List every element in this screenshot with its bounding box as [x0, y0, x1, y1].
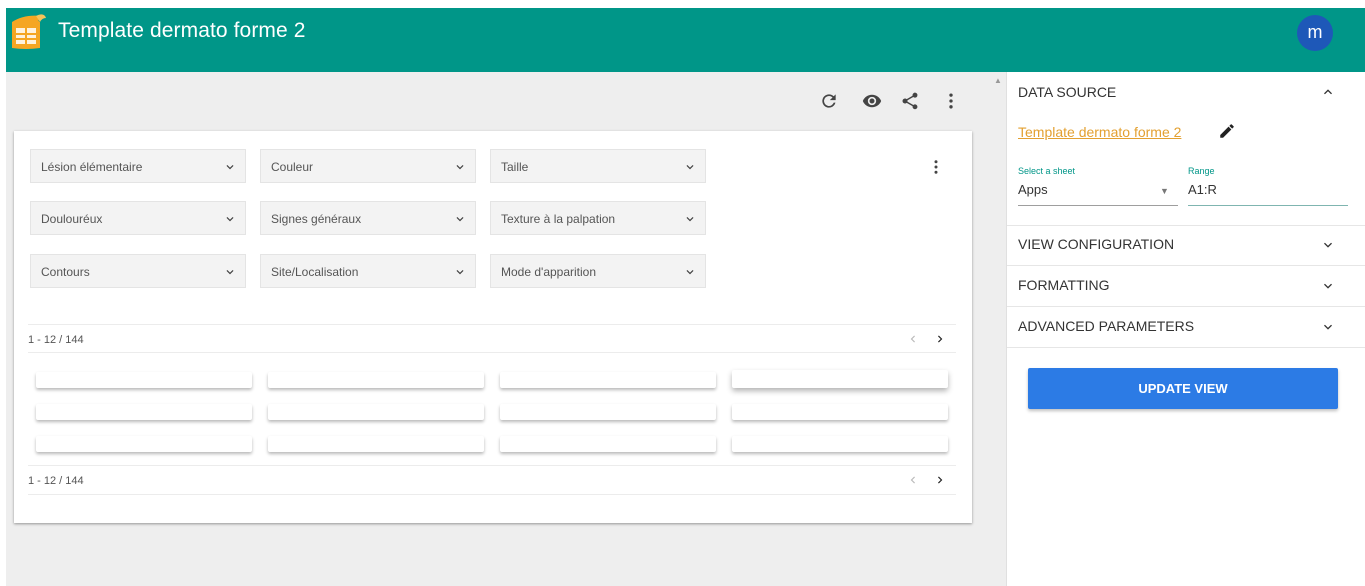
record-tile[interactable] — [268, 404, 484, 420]
divider — [1007, 265, 1365, 266]
filter-label: Mode d'apparition — [501, 265, 597, 279]
chevron-down-icon — [223, 160, 237, 174]
divider — [28, 324, 956, 325]
pagination-range: 1 - 12 / 144 — [28, 475, 84, 487]
divider — [28, 352, 956, 353]
pagination-range: 1 - 12 / 144 — [28, 334, 84, 346]
update-view-button[interactable]: UPDATE VIEW — [1028, 368, 1338, 409]
user-avatar[interactable]: m — [1297, 15, 1333, 51]
filter-label: Taille — [501, 160, 529, 174]
sheet-select-label: Select a sheet — [1018, 166, 1076, 176]
filter-lesion[interactable]: Lésion élémentaire — [30, 149, 246, 183]
filter-label: Texture à la palpation — [501, 212, 616, 226]
pencil-icon[interactable] — [1218, 122, 1236, 140]
sheet-select-underline — [1018, 205, 1178, 206]
app-title: Template dermato forme 2 — [58, 19, 306, 42]
formatting-header[interactable]: FORMATTING — [1018, 277, 1110, 293]
range-input-underline — [1188, 205, 1348, 206]
filter-signes-generaux[interactable]: Signes généraux — [260, 201, 476, 235]
divider — [1007, 306, 1365, 307]
record-tile[interactable] — [500, 372, 716, 388]
divider — [1007, 225, 1365, 226]
filter-label: Contours — [41, 265, 90, 279]
chevron-down-icon[interactable] — [1320, 237, 1336, 253]
chevron-down-icon — [223, 212, 237, 226]
chevron-down-icon — [453, 212, 467, 226]
chevron-down-icon — [223, 265, 237, 279]
range-input[interactable]: A1:R — [1188, 182, 1217, 197]
filter-label: Doulouréux — [41, 212, 103, 226]
record-tile[interactable] — [732, 370, 948, 388]
record-tile[interactable] — [500, 436, 716, 452]
chevron-down-icon[interactable] — [1320, 278, 1336, 294]
range-label: Range — [1188, 166, 1215, 176]
filter-texture[interactable]: Texture à la palpation — [490, 201, 706, 235]
sheet-select[interactable]: Apps — [1018, 182, 1048, 197]
record-tile[interactable] — [500, 404, 716, 420]
prev-page-icon[interactable] — [905, 331, 921, 347]
filter-label: Signes généraux — [271, 212, 362, 226]
chevron-down-icon — [683, 160, 697, 174]
share-icon[interactable] — [899, 90, 921, 112]
caret-down-icon[interactable]: ▼ — [1160, 186, 1169, 196]
chevron-down-icon — [683, 265, 697, 279]
filter-taille[interactable]: Taille — [490, 149, 706, 183]
chevron-down-icon — [683, 212, 697, 226]
refresh-icon[interactable] — [818, 90, 840, 112]
record-tile[interactable] — [36, 404, 252, 420]
filter-label: Couleur — [271, 160, 314, 174]
app-logo-icon — [6, 12, 48, 52]
filter-couleur[interactable]: Couleur — [260, 149, 476, 183]
record-tile[interactable] — [268, 436, 484, 452]
chevron-up-icon[interactable] — [1320, 84, 1336, 100]
more-vert-icon[interactable] — [940, 90, 962, 112]
divider — [28, 465, 956, 466]
data-source-link[interactable]: Template dermato forme 2 — [1018, 124, 1181, 140]
eye-icon[interactable] — [861, 90, 883, 112]
advanced-parameters-header[interactable]: ADVANCED PARAMETERS — [1018, 318, 1194, 334]
filter-contours[interactable]: Contours — [30, 254, 246, 288]
record-tile[interactable] — [732, 404, 948, 420]
chevron-down-icon[interactable] — [1320, 319, 1336, 335]
chevron-down-icon — [453, 265, 467, 279]
panel-divider — [1006, 72, 1007, 586]
divider — [28, 494, 956, 495]
record-tile[interactable] — [36, 372, 252, 388]
next-page-icon[interactable] — [932, 331, 948, 347]
record-tile[interactable] — [36, 436, 252, 452]
prev-page-icon[interactable] — [905, 472, 921, 488]
filter-label: Site/Localisation — [271, 265, 359, 279]
record-tile[interactable] — [268, 372, 484, 388]
scroll-up-icon[interactable]: ▲ — [994, 76, 1002, 85]
filter-mode-apparition[interactable]: Mode d'apparition — [490, 254, 706, 288]
filter-label: Lésion élémentaire — [41, 160, 143, 174]
record-tile[interactable] — [732, 436, 948, 452]
data-source-header[interactable]: DATA SOURCE — [1018, 84, 1116, 100]
chevron-down-icon — [453, 160, 467, 174]
view-configuration-header[interactable]: VIEW CONFIGURATION — [1018, 236, 1174, 252]
filter-douloureux[interactable]: Doulouréux — [30, 201, 246, 235]
divider — [1007, 347, 1365, 348]
next-page-icon[interactable] — [932, 472, 948, 488]
card-more-vert-icon[interactable] — [926, 156, 946, 178]
filter-site[interactable]: Site/Localisation — [260, 254, 476, 288]
